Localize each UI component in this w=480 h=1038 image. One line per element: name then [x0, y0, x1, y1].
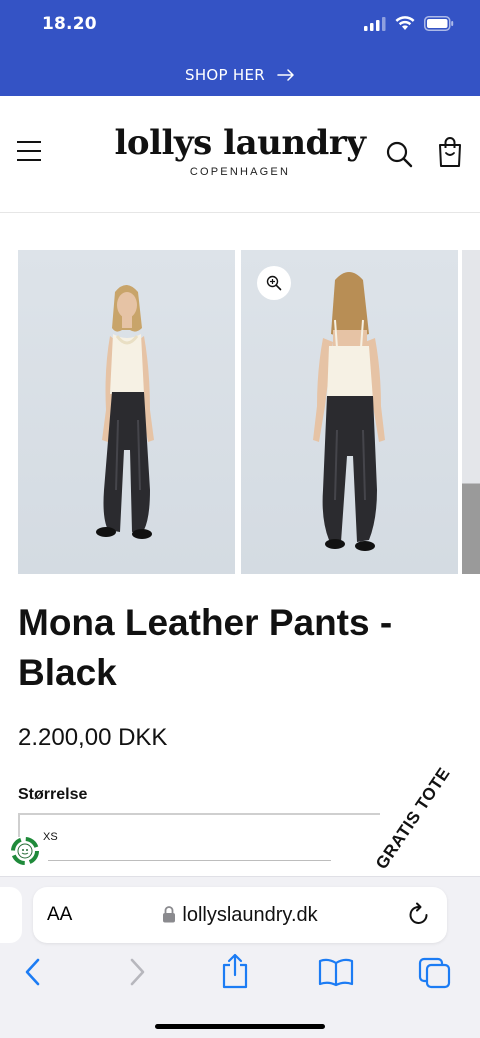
shop-link[interactable]: SHOP HER [0, 66, 480, 84]
forward-icon[interactable] [126, 957, 148, 987]
status-time: 18.20 [42, 14, 97, 34]
bookmarks-icon[interactable] [318, 957, 354, 987]
signal-icon [364, 16, 386, 31]
gratis-tote-badge[interactable]: GRATIS TOTE [372, 764, 455, 873]
search-icon[interactable] [385, 140, 413, 168]
eco-badge-icon[interactable] [8, 834, 42, 868]
bag-icon[interactable] [437, 136, 463, 168]
product-image-back[interactable] [241, 250, 458, 574]
product-image-peek[interactable] [462, 250, 480, 574]
site-header: lollys laundry COPENHAGEN [0, 96, 480, 213]
battery-icon [424, 16, 454, 31]
model-back-illustration [313, 272, 385, 551]
top-banner: 18.20 SHOP HER [0, 0, 480, 96]
product-gallery[interactable] [18, 250, 480, 574]
shop-link-label: SHOP HER [185, 66, 265, 84]
reload-icon[interactable] [407, 902, 431, 928]
url-text: lollyslaundry.dk [182, 904, 318, 926]
size-divider [48, 860, 331, 861]
status-icons [364, 16, 454, 31]
browser-nav-bar [0, 953, 480, 997]
wifi-icon [395, 16, 415, 30]
browser-toolbar: AA lollyslaundry.dk [0, 876, 480, 1038]
size-option-xs[interactable]: XS [43, 831, 58, 843]
product-price: 2.200,00 DKK [18, 724, 168, 751]
size-label: Størrelse [18, 786, 88, 803]
back-icon[interactable] [22, 957, 44, 987]
size-select-border [18, 813, 380, 815]
product-title: Mona Leather Pants - Black [18, 602, 393, 693]
product-image-front[interactable] [18, 250, 235, 574]
previous-tab-edge[interactable] [0, 887, 22, 943]
home-indicator [155, 1024, 325, 1029]
address-bar[interactable]: AA lollyslaundry.dk [33, 887, 447, 943]
model-front-illustration [96, 285, 154, 539]
arrow-right-icon [277, 69, 294, 81]
share-icon[interactable] [220, 953, 250, 989]
url-display[interactable]: lollyslaundry.dk [33, 904, 447, 927]
lock-icon [163, 906, 176, 923]
tabs-icon[interactable] [418, 957, 452, 989]
